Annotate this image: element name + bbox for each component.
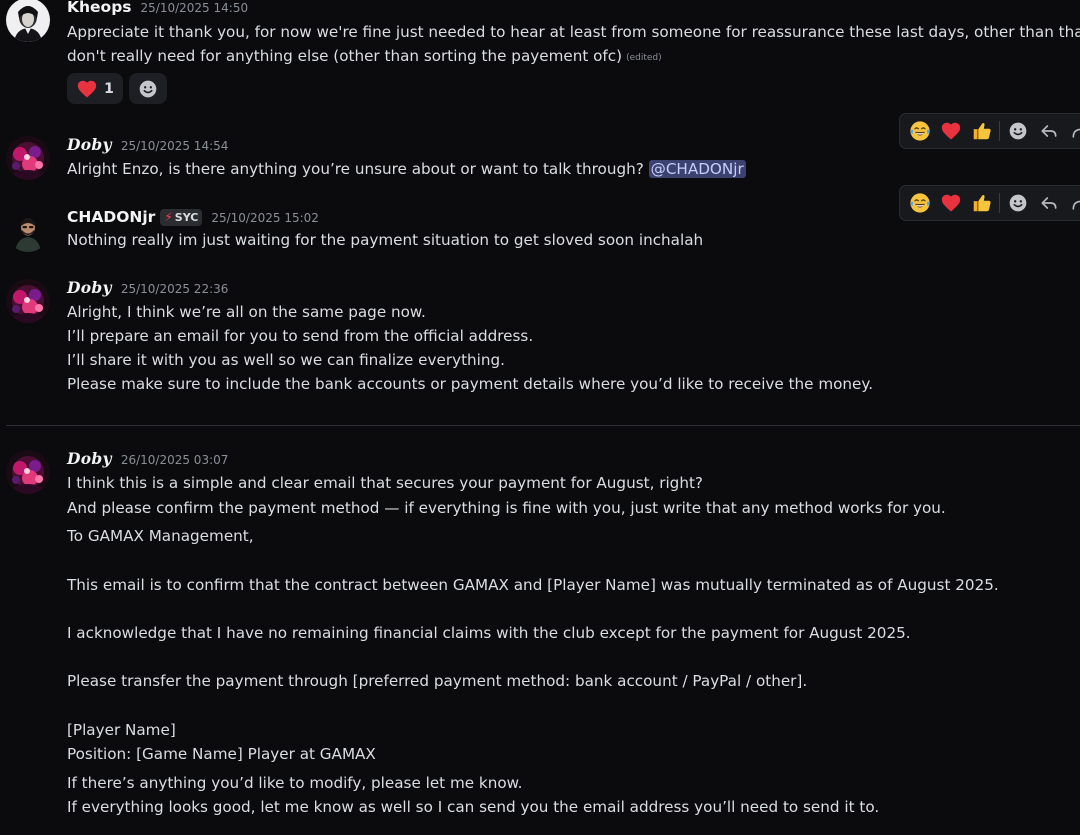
message-text-line: I think this is a simple and clear email… xyxy=(67,474,703,492)
lightning-icon: ⚡ xyxy=(164,210,173,224)
email-text-line: Please transfer the payment through [pre… xyxy=(67,672,808,690)
quick-react-joy-button[interactable] xyxy=(904,188,935,218)
add-reaction-icon xyxy=(1008,121,1028,141)
email-text-line: To GAMAX Management, xyxy=(67,527,254,545)
chat-messages-area[interactable]: Kheops 25/10/2025 14:50 Appreciate it th… xyxy=(0,0,1080,835)
joy-emoji-icon xyxy=(909,192,931,214)
edited-label: (edited) xyxy=(626,53,662,63)
avatar-doby[interactable] xyxy=(6,450,50,494)
avatar-chadonjr[interactable] xyxy=(6,208,50,252)
add-reaction-button[interactable] xyxy=(1002,188,1033,218)
email-text-line: [Player Name] xyxy=(67,721,176,739)
message-text-line: I’ll share it with you as well so we can… xyxy=(67,351,505,369)
heart-emoji-icon xyxy=(940,192,962,214)
reaction-heart[interactable]: 1 xyxy=(67,73,123,104)
author-name[interactable]: CHADONjr xyxy=(67,207,155,227)
joy-emoji-icon xyxy=(909,120,931,142)
message-timestamp: 25/10/2025 15:02 xyxy=(211,211,319,225)
message-timestamp: 25/10/2025 14:50 xyxy=(140,1,249,15)
reactions-bar: 1 xyxy=(67,73,167,104)
message-timestamp: 25/10/2025 14:54 xyxy=(120,139,229,153)
add-reaction-icon xyxy=(1008,193,1028,213)
reply-icon xyxy=(1039,121,1059,141)
email-text-line: Position: [Game Name] Player at GAMAX xyxy=(67,745,376,763)
clan-tag-label: SYC xyxy=(174,210,199,224)
message-text: don't really need for anything else (oth… xyxy=(67,47,623,65)
message-hover-toolbar xyxy=(899,185,1080,221)
clan-tag-badge[interactable]: ⚡ SYC xyxy=(160,208,203,226)
quick-react-heart-button[interactable] xyxy=(935,188,966,218)
reply-button[interactable] xyxy=(1033,188,1064,218)
message-text-line: Please make sure to include the bank acc… xyxy=(67,375,874,393)
quick-react-thumbs-up-button[interactable] xyxy=(966,116,997,146)
avatar-doby[interactable] xyxy=(6,279,50,323)
reply-icon xyxy=(1039,193,1059,213)
heart-emoji-icon xyxy=(76,78,98,100)
user-mention[interactable]: @CHADONjr xyxy=(648,160,746,178)
reply-button[interactable] xyxy=(1033,116,1064,146)
email-text-line: I acknowledge that I have no remaining f… xyxy=(67,624,911,642)
message-text-line: If there’s anything you’d like to modify… xyxy=(67,774,523,792)
author-name[interactable]: Kheops xyxy=(67,0,132,17)
forward-button[interactable] xyxy=(1064,188,1080,218)
reaction-count: 1 xyxy=(104,80,114,97)
author-name[interactable]: Doby xyxy=(67,449,112,469)
quick-react-joy-button[interactable] xyxy=(904,116,935,146)
add-reaction-button[interactable] xyxy=(129,73,167,104)
add-reaction-icon xyxy=(138,79,158,99)
message-text-line: I’ll prepare an email for you to send fr… xyxy=(67,327,534,345)
message-text-line: Nothing really im just waiting for the p… xyxy=(67,231,704,249)
thumbs-up-emoji-icon xyxy=(971,120,993,142)
message-hover-toolbar xyxy=(899,113,1080,149)
avatar-kheops[interactable] xyxy=(6,0,50,42)
forward-icon xyxy=(1070,193,1080,213)
message-text-line: If everything looks good, let me know as… xyxy=(67,798,880,816)
quick-react-thumbs-up-button[interactable] xyxy=(966,188,997,218)
message-text-line: And please confirm the payment method — … xyxy=(67,499,946,517)
message-timestamp: 25/10/2025 22:36 xyxy=(120,282,229,296)
author-name[interactable]: Doby xyxy=(67,278,112,298)
avatar-doby[interactable] xyxy=(6,136,50,180)
message-text-line: Alright, I think we’re all on the same p… xyxy=(67,303,426,321)
add-reaction-button[interactable] xyxy=(1002,116,1033,146)
message-text-line: Appreciate it thank you, for now we're f… xyxy=(67,23,1080,41)
heart-emoji-icon xyxy=(940,120,962,142)
message-text: Alright Enzo, is there anything you’re u… xyxy=(67,160,649,178)
email-text-line: This email is to confirm that the contra… xyxy=(67,576,999,594)
date-divider-line xyxy=(6,425,1080,426)
toolbar-separator xyxy=(999,121,1000,141)
message-text-line: don't really need for anything else (oth… xyxy=(67,44,662,70)
message-text-line: Alright Enzo, is there anything you’re u… xyxy=(67,157,746,181)
forward-icon xyxy=(1070,121,1080,141)
message-timestamp: 26/10/2025 03:07 xyxy=(120,453,229,467)
toolbar-separator xyxy=(999,193,1000,213)
thumbs-up-emoji-icon xyxy=(971,192,993,214)
quick-react-heart-button[interactable] xyxy=(935,116,966,146)
author-name[interactable]: Doby xyxy=(67,135,112,155)
forward-button[interactable] xyxy=(1064,116,1080,146)
